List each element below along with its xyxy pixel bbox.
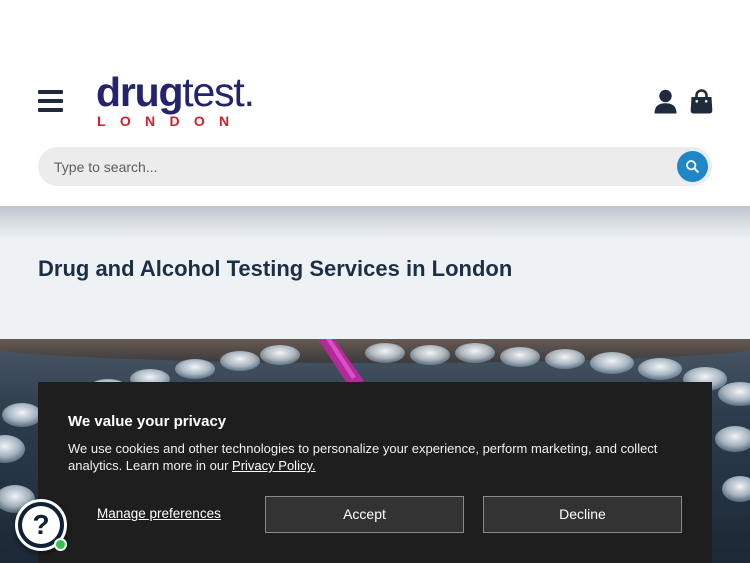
page-title: Drug and Alcohol Testing Services in Lon…	[38, 256, 513, 281]
help-icon: ?	[22, 506, 60, 544]
cookie-banner-title: We value your privacy	[68, 413, 227, 430]
online-status-dot	[54, 538, 67, 551]
site-logo[interactable]: drugtest. LONDON	[96, 70, 256, 132]
accept-button[interactable]: Accept	[265, 496, 464, 533]
decline-button[interactable]: Decline	[483, 496, 682, 533]
cookie-consent-banner: We value your privacy We use cookies and…	[38, 382, 712, 563]
logo-subtitle: LONDON	[97, 113, 244, 129]
search-icon	[686, 160, 699, 173]
search-bar	[38, 147, 712, 186]
site-header: drugtest. LONDON	[0, 0, 750, 206]
cookie-banner-text: We use cookies and other technologies to…	[68, 441, 658, 473]
cart-bag-icon[interactable]	[690, 89, 713, 114]
help-chat-widget[interactable]: ?	[15, 499, 67, 551]
logo-wordmark: drugtest.	[96, 69, 255, 115]
menu-icon[interactable]	[38, 90, 63, 112]
privacy-policy-link[interactable]: Privacy Policy.	[232, 458, 316, 473]
manage-preferences-link[interactable]: Manage preferences	[97, 506, 221, 521]
search-input[interactable]	[54, 147, 664, 186]
account-icon[interactable]	[654, 89, 677, 114]
search-button[interactable]	[677, 151, 708, 182]
